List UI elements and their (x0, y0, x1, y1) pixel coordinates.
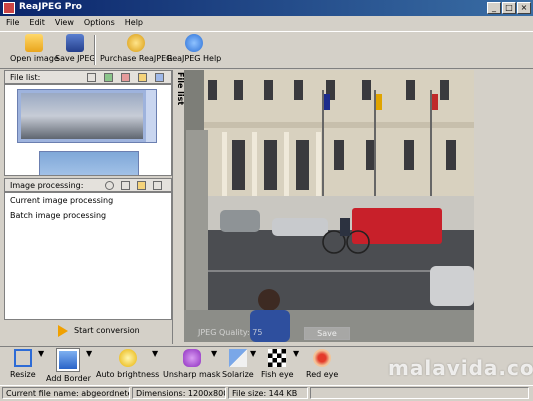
fish-eye-icon (268, 349, 287, 367)
file-list-title: File list: (10, 73, 41, 82)
add-files-icon[interactable] (104, 73, 113, 82)
thumbnail-image (21, 93, 143, 139)
app-icon (3, 2, 15, 14)
viewer-save-button[interactable]: Save (304, 327, 350, 340)
menu-bar: File Edit View Options Help (0, 16, 533, 30)
watermark: malavida.com (388, 356, 533, 380)
file-list-header: File list: (4, 70, 172, 84)
save-jpeg-icon (66, 34, 85, 52)
unsharp-mask-label: Unsharp mask (163, 370, 221, 379)
auto-brightness-label: Auto brightness (96, 370, 160, 379)
start-conversion-button[interactable]: Start conversion (58, 324, 140, 338)
unsharp-mask-icon (182, 349, 201, 367)
thumbnail-scrollbar[interactable] (146, 90, 156, 142)
start-conversion-label: Start conversion (74, 326, 140, 335)
fish-eye-label: Fish eye (261, 370, 294, 379)
image-processing-header: Image processing: (4, 178, 172, 192)
open-image-button[interactable]: Open image (10, 34, 59, 63)
red-eye-icon (313, 349, 332, 367)
solarize-dropdown-icon[interactable]: ▼ (250, 349, 256, 358)
open-image-label: Open image (10, 54, 59, 63)
add-border-button[interactable]: Add Border (46, 349, 91, 383)
image-processing-title: Image processing: (10, 181, 84, 190)
save-icon[interactable] (153, 181, 162, 190)
main-toolbar: Open image Save JPEG Purchase ReaJPEG Re… (0, 31, 533, 69)
resize-dropdown-icon[interactable]: ▼ (38, 349, 44, 358)
add-border-label: Add Border (46, 374, 91, 383)
thumbnail-next[interactable] (39, 151, 139, 175)
add-border-dropdown-icon[interactable]: ▼ (86, 349, 92, 358)
image-viewer[interactable]: JPEG Quality: 75 Save (184, 70, 474, 342)
red-eye-button[interactable]: Red eye (306, 349, 338, 379)
resize-icon (13, 349, 32, 367)
preview-image (184, 70, 474, 342)
minimize-button[interactable]: _ (487, 2, 501, 14)
viewer-bar: JPEG Quality: 75 Save (184, 326, 474, 342)
status-bar: Current file name: abgeordnetenhaus Dime… (0, 385, 533, 401)
toolbar-separator (94, 35, 96, 65)
thumbnail-selected[interactable] (17, 89, 157, 143)
resize-button[interactable]: Resize (10, 349, 36, 379)
remove-files-icon[interactable] (121, 73, 130, 82)
menu-view[interactable]: View (49, 16, 78, 27)
purchase-button[interactable]: Purchase ReaJPEG (100, 34, 172, 63)
auto-brightness-dropdown-icon[interactable]: ▼ (152, 349, 158, 358)
thumbnails-icon[interactable] (87, 73, 96, 82)
play-icon (58, 324, 68, 337)
settings-icon[interactable] (105, 181, 114, 190)
money-icon (127, 34, 146, 52)
processing-list: Current image processing Batch image pro… (4, 192, 172, 320)
delete-icon[interactable] (121, 181, 130, 190)
solarize-icon (228, 349, 247, 367)
load-icon[interactable] (137, 181, 146, 190)
current-image-processing[interactable]: Current image processing (5, 193, 171, 208)
menu-edit[interactable]: Edit (23, 16, 49, 27)
folder-icon (25, 34, 44, 52)
status-file-name: Current file name: abgeordnetenhaus (2, 387, 130, 399)
status-file-size: File size: 144 KB (228, 387, 308, 399)
jpeg-quality-slider[interactable]: JPEG Quality: 75 (198, 328, 262, 337)
title-bar: ReaJPEG Pro _ □ × (0, 0, 533, 16)
save-jpeg-label: Save JPEG (55, 54, 96, 63)
purchase-label: Purchase ReaJPEG (100, 54, 173, 63)
menu-file[interactable]: File (0, 16, 23, 27)
list-view-icon[interactable] (155, 73, 164, 82)
status-empty (310, 387, 529, 399)
close-button[interactable]: × (517, 2, 531, 14)
menu-help[interactable]: Help (119, 16, 147, 27)
border-icon (57, 349, 80, 371)
lightbulb-icon (118, 349, 137, 367)
unsharp-mask-dropdown-icon[interactable]: ▼ (211, 349, 217, 358)
maximize-button[interactable]: □ (502, 2, 516, 14)
solarize-button[interactable]: Solarize (222, 349, 254, 379)
fish-eye-button[interactable]: Fish eye (261, 349, 294, 379)
menu-options[interactable]: Options (78, 16, 119, 27)
window-title: ReaJPEG Pro (19, 2, 82, 12)
fish-eye-dropdown-icon[interactable]: ▼ (293, 349, 299, 358)
help-label: ReaJPEG Help (167, 54, 222, 63)
help-button[interactable]: ReaJPEG Help (167, 34, 221, 63)
open-folder-icon[interactable] (138, 73, 147, 82)
batch-image-processing[interactable]: Batch image processing (5, 208, 171, 223)
status-dimensions: Dimensions: 1200x800 (132, 387, 226, 399)
solarize-label: Solarize (222, 370, 254, 379)
red-eye-label: Red eye (306, 370, 339, 379)
file-list-thumbnails[interactable] (4, 84, 172, 176)
left-pane: File list: Image processing: Current ima… (4, 70, 172, 344)
save-jpeg-button[interactable]: Save JPEG (55, 34, 96, 63)
resize-label: Resize (10, 370, 36, 379)
auto-brightness-button[interactable]: Auto brightness (96, 349, 159, 379)
help-icon (185, 34, 204, 52)
